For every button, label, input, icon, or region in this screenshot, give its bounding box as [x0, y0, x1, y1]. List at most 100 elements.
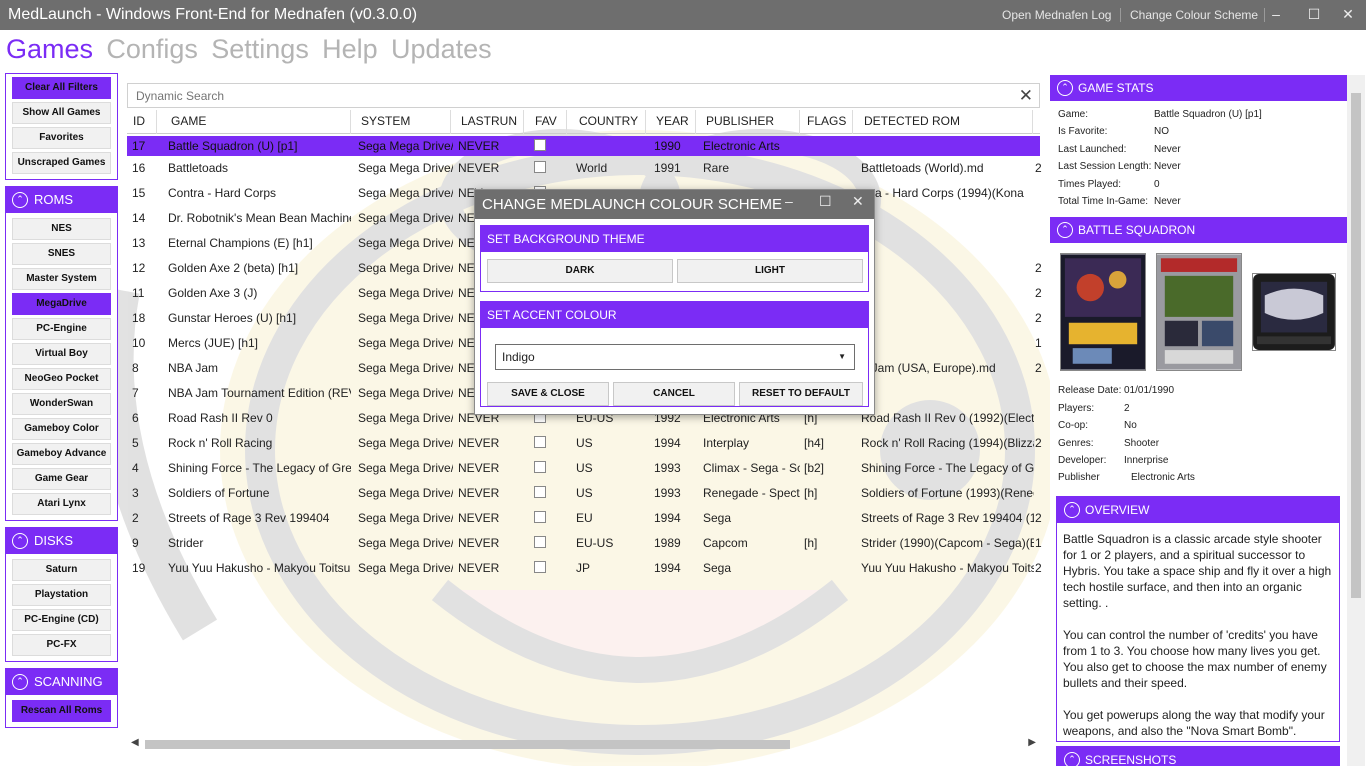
game-stats-header[interactable]: ⌃ GAME STATS — [1050, 75, 1347, 101]
open-mednafen-log-button[interactable]: Open Mednafen Log — [1002, 8, 1111, 22]
favorite-checkbox[interactable] — [534, 561, 546, 574]
table-row[interactable]: 17 Battle Squadron (U) [p1] Sega Mega Driv… — [127, 136, 1040, 156]
system-game-gear-button[interactable]: Game Gear — [12, 468, 111, 490]
table-row[interactable]: 2 Streets of Rage 3 Rev 199404 Sega Mega D… — [127, 506, 1042, 531]
search-input[interactable] — [128, 84, 1008, 107]
tab-updates[interactable]: Updates — [391, 34, 492, 65]
scroll-left-icon[interactable]: ◀ — [131, 737, 139, 748]
screenshots-header[interactable]: ⌃ SCREENSHOTS — [1057, 746, 1339, 766]
close-button[interactable]: ✕ — [1328, 0, 1366, 30]
system-saturn-button[interactable]: Saturn — [12, 559, 111, 581]
overview-header[interactable]: ⌃ OVERVIEW — [1057, 496, 1339, 523]
favorite-checkbox-cell[interactable] — [529, 556, 569, 581]
column-header-system[interactable]: SYSTEM — [355, 110, 451, 134]
cell-flags — [799, 556, 855, 581]
favorites-button[interactable]: Favorites — [12, 127, 111, 149]
cell-system: Sega Mega Drive/ — [358, 261, 453, 275]
system-master-system-button[interactable]: Master System — [12, 268, 111, 290]
column-header-country[interactable]: COUNTRY — [573, 110, 646, 134]
column-header-year[interactable]: YEAR — [650, 110, 696, 134]
rescan-all-roms-button[interactable]: Rescan All Roms — [12, 700, 111, 722]
column-header-fav[interactable]: FAV — [529, 110, 567, 134]
system-pc-engine-button[interactable]: PC-Engine — [12, 318, 111, 340]
tab-configs[interactable]: Configs — [106, 34, 198, 65]
scanning-header[interactable]: ⌃ SCANNING — [6, 669, 117, 695]
system-gameboy-color-button[interactable]: Gameboy Color — [12, 418, 111, 440]
dialog-close-button[interactable]: ✕ — [852, 193, 864, 210]
minimize-button[interactable]: – — [1256, 0, 1296, 30]
system-wonderswan-button[interactable]: WonderSwan — [12, 393, 111, 415]
system-nes-button[interactable]: NES — [12, 218, 111, 240]
favorite-checkbox[interactable] — [534, 436, 546, 449]
cell-year: 1994 — [654, 511, 681, 525]
table-row[interactable]: 16 Battletoads Sega Mega Drive/NEVER World 1… — [127, 156, 1042, 181]
clear-all-filters-button[interactable]: Clear All Filters — [12, 77, 111, 99]
favorite-checkbox[interactable] — [534, 511, 546, 524]
favorite-checkbox[interactable] — [534, 139, 546, 152]
column-header-flags[interactable]: FLAGS — [801, 110, 853, 134]
column-header-publisher[interactable]: PUBLISHER — [700, 110, 800, 134]
system-atari-lynx-button[interactable]: Atari Lynx — [12, 493, 111, 515]
chevron-down-icon: ▼ — [838, 352, 846, 361]
game-title-header[interactable]: ⌃ BATTLE SQUADRON — [1050, 217, 1347, 244]
info-label: Co-op: — [1058, 420, 1089, 432]
cell-rom: Shining Force - The Legacy of Gre — [861, 461, 1034, 475]
table-row[interactable]: 19 Yuu Yuu Hakusho - Makyou Toitsu Sega Me… — [127, 556, 1042, 581]
favorite-checkbox-cell[interactable] — [529, 136, 569, 156]
cartridge-image[interactable] — [1252, 273, 1336, 352]
info-row: Release Date: 01/01/1990 — [1058, 385, 1347, 402]
cell-rom — [856, 256, 1034, 281]
tab-games[interactable]: Games — [6, 34, 93, 65]
show-all-games-button[interactable]: Show All Games — [12, 102, 111, 124]
favorite-checkbox[interactable] — [534, 486, 546, 499]
favorite-checkbox-cell[interactable] — [529, 531, 569, 556]
info-row: Publisher Electronic Arts — [1058, 472, 1347, 489]
accent-colour-select[interactable]: Indigo ▼ — [495, 344, 855, 370]
favorite-checkbox-cell[interactable] — [529, 431, 569, 456]
tab-settings[interactable]: Settings — [211, 34, 309, 65]
system-virtual-boy-button[interactable]: Virtual Boy — [12, 343, 111, 365]
table-row[interactable]: 9 Strider Sega Mega Drive/NEVER EU-US 1989 Ca… — [127, 531, 1042, 556]
system-playstation-button[interactable]: Playstation — [12, 584, 111, 606]
tab-help[interactable]: Help — [322, 34, 378, 65]
favorite-checkbox-cell[interactable] — [529, 481, 569, 506]
dialog-minimize-button[interactable]: – — [785, 193, 793, 209]
column-header-detected-rom[interactable]: DETECTED ROM — [858, 110, 1033, 134]
box-art-back-image[interactable] — [1156, 253, 1242, 372]
dark-theme-button[interactable]: DARK — [487, 259, 673, 283]
favorite-checkbox-cell[interactable] — [529, 456, 569, 481]
column-header-lastrun[interactable]: LASTRUN — [455, 110, 524, 134]
system-megadrive-button[interactable]: MegaDrive — [12, 293, 111, 315]
table-row[interactable]: 5 Rock n' Roll Racing Sega Mega Drive/NEVE… — [127, 431, 1042, 456]
box-art-front-image[interactable] — [1060, 253, 1146, 372]
scrollbar-thumb[interactable] — [145, 740, 790, 749]
favorite-checkbox-cell[interactable] — [529, 506, 569, 531]
roms-header[interactable]: ⌃ ROMS — [6, 187, 117, 213]
table-row[interactable]: 3 Soldiers of Fortune Sega Mega Drive/NEVE… — [127, 481, 1040, 506]
disks-header[interactable]: ⌃ DISKS — [6, 528, 117, 554]
favorite-checkbox[interactable] — [534, 461, 546, 474]
change-colour-scheme-button[interactable]: Change Colour Scheme — [1130, 8, 1258, 22]
details-vertical-scrollbar[interactable] — [1347, 75, 1365, 766]
table-row[interactable]: 4 Shining Force - The Legacy of Grea Sega … — [127, 456, 1040, 481]
grid-horizontal-scrollbar[interactable]: ◀ ▶ — [131, 737, 1036, 751]
column-header-id[interactable]: ID — [127, 110, 157, 134]
reset-to-default-button[interactable]: RESET TO DEFAULT — [739, 382, 863, 406]
column-header-game[interactable]: GAME — [165, 110, 351, 134]
dialog-maximize-button[interactable]: ☐ — [819, 193, 832, 210]
system-gameboy-advance-button[interactable]: Gameboy Advance — [12, 443, 111, 465]
clear-search-icon[interactable]: ✕ — [1019, 86, 1033, 106]
system-pc-engine-cd-button[interactable]: PC-Engine (CD) — [12, 609, 111, 631]
light-theme-button[interactable]: LIGHT — [677, 259, 863, 283]
cancel-button[interactable]: CANCEL — [613, 382, 735, 406]
favorite-checkbox-cell[interactable] — [529, 156, 569, 181]
scroll-right-icon[interactable]: ▶ — [1028, 737, 1036, 748]
unscraped-games-button[interactable]: Unscraped Games — [12, 152, 111, 174]
favorite-checkbox[interactable] — [534, 161, 546, 174]
system-pc-fx-button[interactable]: PC-FX — [12, 634, 111, 656]
favorite-checkbox[interactable] — [534, 536, 546, 549]
system-neogeo-pocket-button[interactable]: NeoGeo Pocket — [12, 368, 111, 390]
save-and-close-button[interactable]: SAVE & CLOSE — [487, 382, 609, 406]
scrollbar-thumb[interactable] — [1351, 93, 1361, 598]
system-snes-button[interactable]: SNES — [12, 243, 111, 265]
